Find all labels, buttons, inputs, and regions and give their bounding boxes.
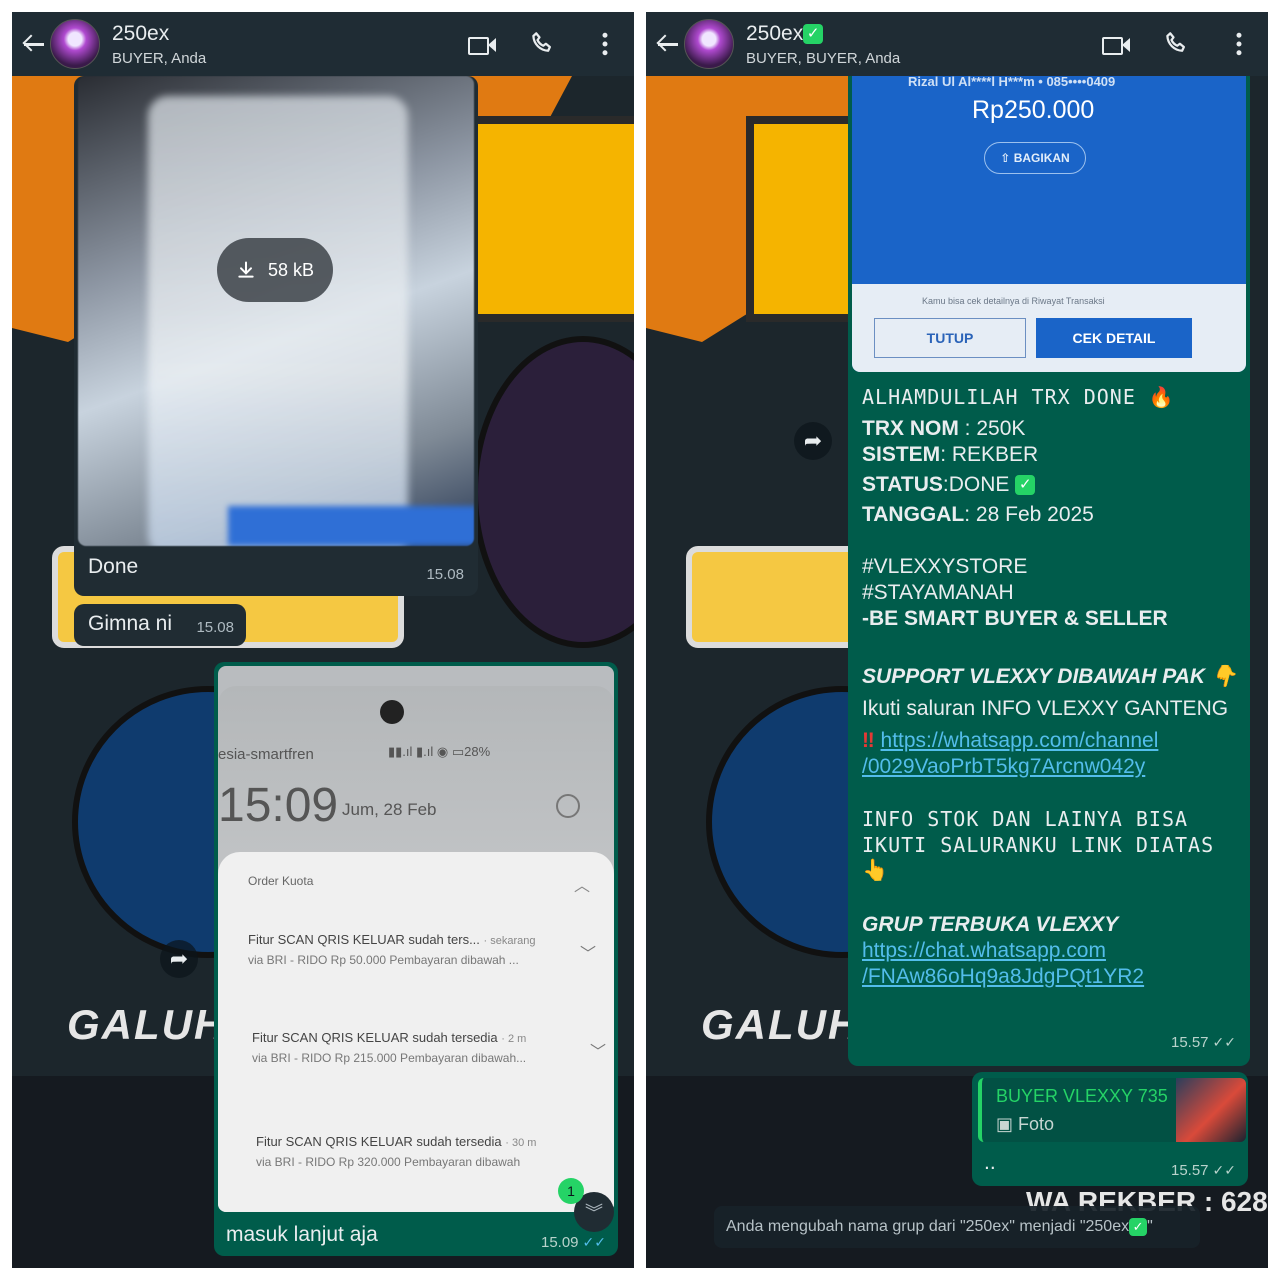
transfer-receipt-photo[interactable]: Rizal Ul Al****l H***m • 085••••0409 Rp2…: [852, 64, 1246, 372]
group-link-continued[interactable]: /FNAw86oHq9a8JdgPQt1YR2: [862, 965, 1144, 988]
chat-members: BUYER, Anda: [112, 49, 207, 67]
share-button[interactable]: ⇧ BAGIKAN: [984, 142, 1086, 174]
close-button[interactable]: TUTUP: [874, 318, 1026, 358]
more-options-icon[interactable]: [1224, 29, 1254, 59]
message-time: 15.57 ✓✓: [1170, 1162, 1236, 1179]
text-message[interactable]: Gimna ni 15.08: [74, 604, 246, 646]
group-avatar[interactable]: [684, 19, 734, 69]
notification-card: Order Kuota ︿ Fitur SCAN QRIS KELUAR sud…: [218, 852, 614, 1212]
chat-title: 250ex: [112, 21, 170, 45]
delivered-check-icon: ✓✓: [1212, 1034, 1236, 1050]
video-call-icon[interactable]: [466, 29, 496, 59]
check-mark-icon: ✓: [1129, 1217, 1148, 1236]
delivered-check-icon: ✓✓: [1212, 1162, 1236, 1178]
fire-icon: 🔥: [1148, 385, 1175, 409]
group-avatar[interactable]: [50, 19, 100, 69]
message-time: 15.09 ✓✓: [540, 1234, 606, 1251]
download-button[interactable]: 58 kB: [217, 238, 333, 302]
chat-title-block[interactable]: 250ex ✓ BUYER, BUYER, Anda: [746, 22, 1068, 67]
double-exclamation-icon: ‼: [862, 729, 875, 752]
photo-message-screenshot[interactable]: esia-smartfren ▮▮.ıl ▮.ıl ◉ ▭28% 15:09 J…: [214, 662, 618, 1256]
voice-call-icon[interactable]: [528, 29, 558, 59]
notification-item[interactable]: Fitur SCAN QRIS KELUAR sudah tersedia · …: [252, 1030, 592, 1065]
collapse-icon[interactable]: ︿: [574, 872, 590, 896]
status-icons: ▮▮.ıl ▮.ıl ◉ ▭28%: [388, 744, 491, 759]
receipt-recipient: Rizal Ul Al****l H***m • 085••••0409: [908, 74, 1116, 89]
download-icon: [238, 261, 254, 278]
quoted-type: Foto: [1018, 1114, 1055, 1134]
lockscreen-date: Jum, 28 Feb: [342, 800, 437, 819]
wallpaper-text: GALUH: [67, 1001, 227, 1048]
download-size: 58 kB: [267, 259, 315, 280]
expand-icon[interactable]: ﹀: [580, 940, 596, 964]
settings-icon: [556, 794, 580, 818]
status-carrier: esia-smartfren: [218, 746, 314, 763]
chat-title-block[interactable]: 250ex BUYER, Anda: [112, 22, 434, 67]
read-check-icon: ✓✓: [582, 1234, 606, 1250]
pointing-down-icon: 👇: [1210, 665, 1238, 688]
chat-title: 250ex: [746, 21, 804, 45]
notification-item[interactable]: Fitur SCAN QRIS KELUAR sudah tersedia · …: [256, 1134, 596, 1169]
unread-badge: 1: [558, 1178, 584, 1204]
notification-screenshot[interactable]: esia-smartfren ▮▮.ıl ▮.ıl ◉ ▭28% 15:09 J…: [218, 666, 614, 1212]
photo-message-done[interactable]: 58 kB Done 15.08: [74, 76, 478, 596]
blurred-photo[interactable]: [78, 76, 474, 546]
message-time: 15.57 ✓✓: [1170, 1034, 1236, 1051]
right-chat-screen: 250ex ✓ BUYER, BUYER, Anda GALUH WA REKBE…: [646, 12, 1268, 1268]
forward-icon[interactable]: ➦: [794, 422, 832, 460]
expand-icon[interactable]: ﹀: [590, 1038, 606, 1062]
share-icon: ⇧: [1000, 151, 1014, 165]
more-options-icon[interactable]: [590, 29, 620, 59]
back-arrow-icon[interactable]: [22, 33, 44, 55]
pointing-up-icon: 👆: [862, 859, 889, 882]
quoted-author: BUYER VLEXXY 735: [996, 1086, 1168, 1106]
notification-app-name: Order Kuota: [248, 874, 314, 888]
message-text: masuk lanjut aja: [226, 1223, 378, 1246]
video-call-icon[interactable]: [1100, 29, 1130, 59]
receipt-note: Kamu bisa cek detailnya di Riwayat Trans…: [922, 296, 1105, 306]
quoted-message[interactable]: BUYER VLEXXY 735 ▣ Foto: [978, 1078, 1246, 1142]
group-link[interactable]: https://chat.whatsapp.com: [862, 939, 1106, 962]
reply-message[interactable]: BUYER VLEXXY 735 ▣ Foto .. 15.57 ✓✓: [972, 1072, 1248, 1186]
message-time: 15.08: [426, 566, 464, 583]
channel-link-continued[interactable]: /0029VaoPrbT5kg7Arcnw042y: [862, 755, 1145, 778]
left-chat-screen: 250ex BUYER, Anda GALUH 58 kB Done 15.08…: [12, 12, 634, 1268]
back-arrow-icon[interactable]: [656, 33, 678, 55]
forward-icon[interactable]: ➦: [160, 940, 198, 978]
notification-item[interactable]: Fitur SCAN QRIS KELUAR sudah ters... · s…: [248, 932, 588, 967]
voice-call-icon[interactable]: [1162, 29, 1192, 59]
lockscreen-time: 15:09: [218, 779, 339, 832]
double-chevron-down-icon: ︾: [585, 1203, 603, 1223]
message-time: 15.08: [196, 619, 234, 636]
chat-members: BUYER, BUYER, Anda: [746, 49, 901, 67]
photo-icon: ▣: [996, 1114, 1019, 1134]
system-message: Anda mengubah nama grup dari "250ex" men…: [714, 1206, 1200, 1248]
check-mark-icon: ✓: [803, 23, 824, 44]
check-mark-icon: ✓: [1015, 475, 1036, 496]
channel-link[interactable]: https://whatsapp.com/channel: [881, 729, 1159, 752]
message-text: Done: [88, 555, 139, 578]
message-text: ..: [984, 1151, 996, 1174]
quoted-thumbnail: [1176, 1078, 1246, 1142]
chat-header: 250ex BUYER, Anda: [12, 12, 634, 76]
chat-header: 250ex ✓ BUYER, BUYER, Anda: [646, 12, 1268, 76]
message-text: Gimna ni: [88, 612, 173, 635]
receipt-amount: Rp250.000: [972, 96, 1095, 124]
detail-button[interactable]: CEK DETAIL: [1036, 318, 1192, 358]
message-body: ALHAMDULILAH TRX DONE 🔥 TRX NOM : 250K S…: [862, 376, 1242, 990]
wallpaper-text: GALUH: [701, 1001, 861, 1048]
promo-message[interactable]: Rizal Ul Al****l H***m • 085••••0409 Rp2…: [848, 64, 1250, 1066]
